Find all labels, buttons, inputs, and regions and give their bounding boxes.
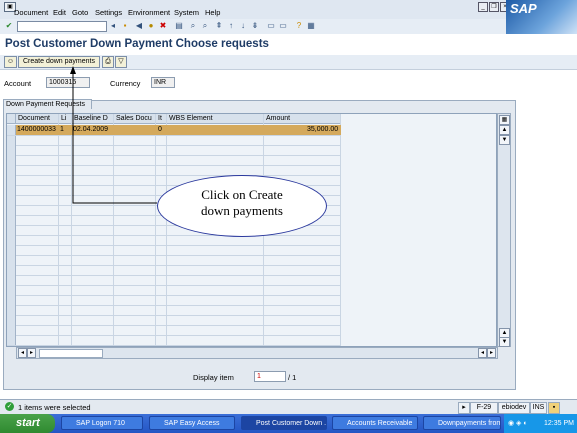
task-post-customer-down[interactable]: Post Customer Down ... — [241, 416, 327, 430]
callout-line-2: down payments — [201, 203, 283, 218]
system-tray: ◉ ◈ ◐ 12:35 PM — [504, 414, 577, 433]
callout-line-1: Click on Create — [201, 187, 283, 202]
task-sap-logon[interactable]: SAP Logon 710 — [61, 416, 143, 430]
lock-icon: ▪ — [548, 402, 560, 414]
status-bar: ✓ 1 items were selected ▸ F-29 ebiodev I… — [0, 399, 577, 415]
clock: 12:35 PM — [544, 420, 574, 427]
user-name: ebiodev — [498, 402, 530, 414]
task-accounts-receivable[interactable]: Accounts Receivable — [332, 416, 418, 430]
status-arrow-icon[interactable]: ▸ — [458, 402, 470, 414]
tray-icons: ◉ ◈ ◐ — [508, 420, 528, 427]
status-message: 1 items were selected — [18, 403, 91, 412]
task-downpayments[interactable]: Downpayments from ... — [423, 416, 501, 430]
success-icon: ✓ — [5, 402, 14, 411]
windows-taskbar: start SAP Logon 710 SAP Easy Access Post… — [0, 414, 577, 433]
insert-mode: INS — [530, 402, 547, 414]
transaction-code: F-29 — [470, 402, 498, 414]
task-sap-easy-access[interactable]: SAP Easy Access — [149, 416, 235, 430]
callout-bubble: Click on Create down payments — [157, 175, 327, 237]
start-button[interactable]: start — [0, 414, 55, 433]
